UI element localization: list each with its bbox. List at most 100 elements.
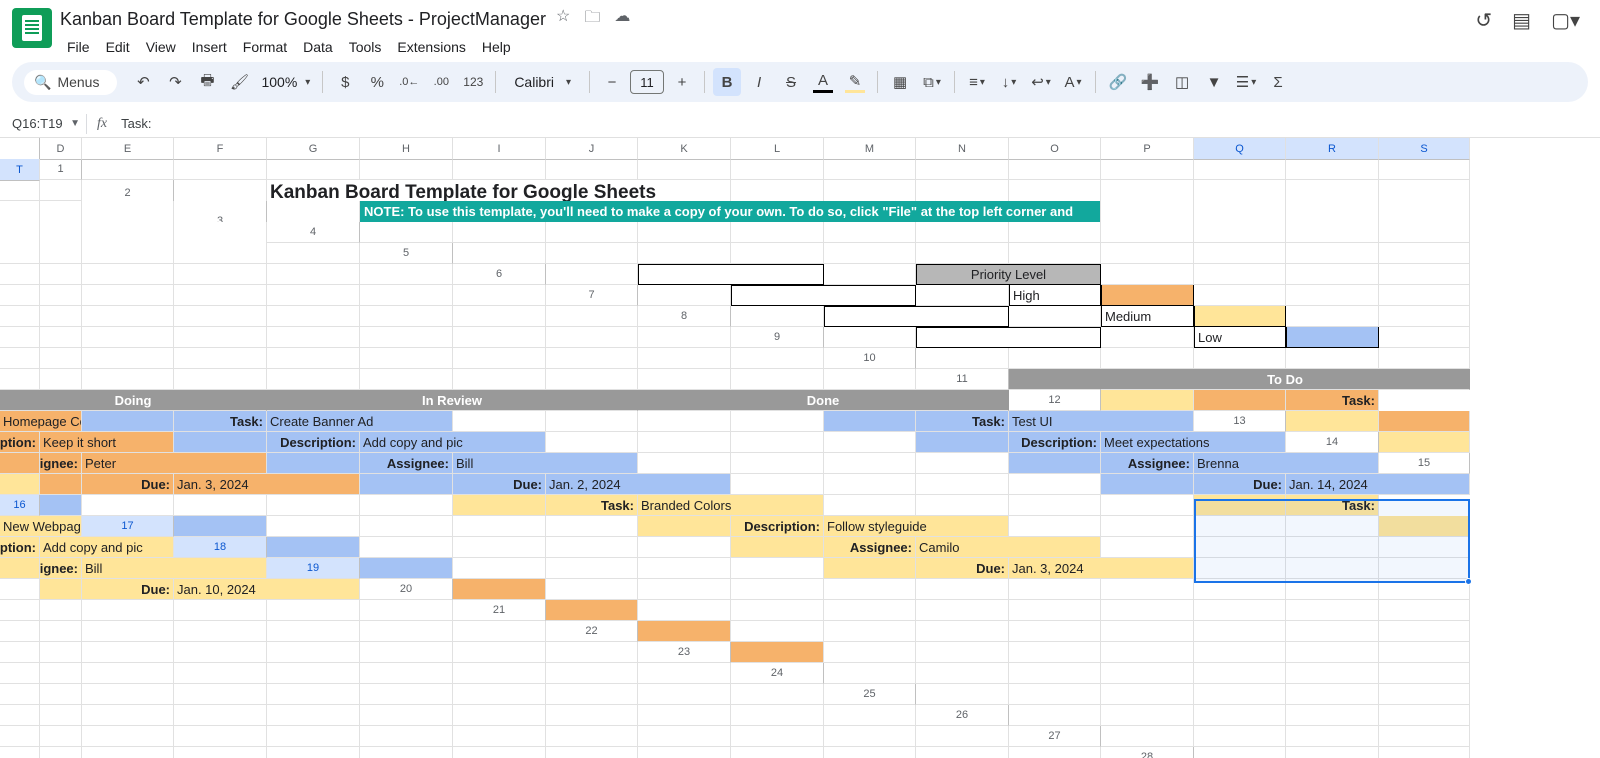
cell-N16[interactable]: [916, 495, 1009, 516]
cell-D24[interactable]: [824, 663, 916, 684]
row-header-9[interactable]: 9: [731, 327, 824, 348]
cell-L20[interactable]: [1194, 579, 1286, 600]
cell-E12[interactable]: [1194, 390, 1286, 411]
cell-O22[interactable]: [82, 642, 174, 663]
cell-N20[interactable]: [1379, 579, 1470, 600]
cell-G14[interactable]: Peter: [82, 453, 267, 474]
cell-L24[interactable]: [40, 684, 82, 705]
cell-K13[interactable]: Add copy and pic: [360, 432, 546, 453]
menu-search[interactable]: 🔍 Menus: [24, 70, 117, 95]
cell-K4[interactable]: [1009, 222, 1101, 243]
cell-I13[interactable]: [174, 432, 267, 453]
cell-J23[interactable]: [1286, 642, 1379, 663]
cell-F13[interactable]: Description:: [0, 432, 40, 453]
cell-T25[interactable]: [824, 705, 916, 726]
cell-T9[interactable]: [731, 348, 824, 369]
cell-M26[interactable]: [267, 726, 360, 747]
font-size-increase[interactable]: +: [668, 68, 696, 96]
cell-D21[interactable]: [546, 600, 638, 621]
cell-T22[interactable]: [546, 642, 638, 663]
cell-P18[interactable]: [1379, 537, 1470, 558]
text-color-button[interactable]: A: [809, 68, 837, 96]
cell-M5[interactable]: [1286, 243, 1379, 264]
cell-N19[interactable]: [1286, 558, 1379, 579]
sheets-logo[interactable]: [12, 8, 52, 48]
cell-G13[interactable]: Keep it short: [40, 432, 174, 453]
cell-O12[interactable]: [638, 411, 731, 432]
cell-S26[interactable]: [824, 726, 916, 747]
cell-J18[interactable]: Assignee:: [824, 537, 916, 558]
row-header-16[interactable]: 16: [0, 495, 40, 516]
cell-S5[interactable]: [267, 264, 360, 285]
filter-views-button[interactable]: ☰: [1232, 68, 1260, 96]
cell-O23[interactable]: [174, 663, 267, 684]
cell-M23[interactable]: [40, 663, 82, 684]
menu-format[interactable]: Format: [236, 35, 294, 59]
cell-I17[interactable]: [638, 516, 731, 537]
cell-R27[interactable]: [824, 747, 916, 758]
cell-D9[interactable]: [824, 327, 916, 348]
menu-view[interactable]: View: [139, 35, 183, 59]
cell-L23[interactable]: [0, 663, 40, 684]
cell-O20[interactable]: [0, 600, 40, 621]
font-selector[interactable]: Calibri: [504, 74, 581, 90]
move-icon[interactable]: 🗀: [584, 6, 600, 33]
cell-H6[interactable]: Priority Level: [916, 264, 1101, 285]
cell-R22[interactable]: [360, 642, 453, 663]
cell-P26[interactable]: [546, 726, 638, 747]
cell-K12[interactable]: Create Banner Ad: [267, 411, 453, 432]
col-header-P[interactable]: P: [1101, 138, 1194, 160]
cell-N7[interactable]: [40, 306, 82, 327]
font-size-input[interactable]: 11: [630, 70, 664, 94]
cell-P20[interactable]: [40, 600, 82, 621]
cell-I7[interactable]: [1101, 285, 1194, 306]
cell-M9[interactable]: [82, 348, 174, 369]
cell-D25[interactable]: [916, 684, 1009, 705]
cell-J10[interactable]: [0, 369, 40, 390]
cell-E17[interactable]: [267, 516, 360, 537]
cell-S25[interactable]: [731, 705, 824, 726]
cell-M25[interactable]: [174, 705, 267, 726]
cell-H25[interactable]: [1286, 684, 1379, 705]
col-header-O[interactable]: O: [1009, 138, 1101, 160]
cell-Q16[interactable]: [1194, 495, 1286, 516]
cell-N21[interactable]: [0, 621, 40, 642]
cell-N18[interactable]: [1194, 537, 1286, 558]
currency-button[interactable]: $: [331, 68, 359, 96]
cell-E21[interactable]: [638, 600, 731, 621]
col-header-D[interactable]: D: [40, 138, 82, 160]
cell-O25[interactable]: [360, 705, 453, 726]
cloud-icon[interactable]: ☁: [614, 6, 630, 33]
cell-K16[interactable]: Branded Colors: [638, 495, 824, 516]
cell-K10[interactable]: [40, 369, 82, 390]
cell-Q22[interactable]: [267, 642, 360, 663]
cell-I9[interactable]: [1286, 327, 1379, 348]
cell-G21[interactable]: [824, 600, 916, 621]
zoom-selector[interactable]: 100%: [257, 74, 314, 90]
cell-K8[interactable]: [1379, 306, 1470, 327]
cell-D1[interactable]: [82, 159, 174, 180]
cell-N26[interactable]: [360, 726, 453, 747]
italic-button[interactable]: I: [745, 68, 773, 96]
cell-E7[interactable]: [731, 285, 916, 306]
cell-Q11[interactable]: Done: [638, 390, 1009, 411]
cell-J26[interactable]: [40, 726, 82, 747]
cell-D28[interactable]: [1194, 747, 1286, 758]
link-button[interactable]: 🔗: [1104, 68, 1132, 96]
cell-I16[interactable]: [453, 495, 546, 516]
cell-H9[interactable]: Low: [1194, 327, 1286, 348]
cell-N14[interactable]: [731, 453, 824, 474]
cell-R16[interactable]: Task:: [1286, 495, 1379, 516]
col-header-Q[interactable]: Q: [1194, 138, 1286, 160]
col-header-K[interactable]: K: [638, 138, 731, 160]
cell-D10[interactable]: [916, 348, 1009, 369]
cell-T6[interactable]: [453, 285, 546, 306]
cell-S22[interactable]: [453, 642, 546, 663]
cell-D19[interactable]: [360, 558, 453, 579]
cell-S14[interactable]: Brenna: [1194, 453, 1379, 474]
cell-I14[interactable]: [267, 453, 360, 474]
cell-J16[interactable]: Task:: [546, 495, 638, 516]
cell-R8[interactable]: [453, 327, 546, 348]
cell-R23[interactable]: [453, 663, 546, 684]
cell-L1[interactable]: [824, 159, 916, 180]
